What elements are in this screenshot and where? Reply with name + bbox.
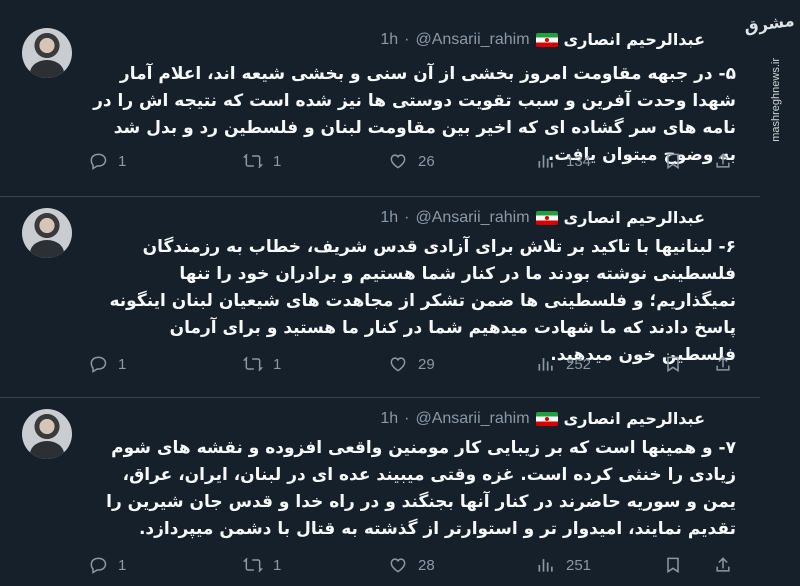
user-handle[interactable]: @Ansarii_rahim [415,31,529,49]
like-count: 28 [418,556,435,574]
separator-dot: · [404,409,410,427]
views-button[interactable]: 252 [536,354,591,374]
like-button[interactable]: 29 [388,354,435,374]
heart-icon [390,558,406,573]
share-icon [716,153,730,168]
separator-dot: · [404,30,410,48]
reply-count: 1 [118,152,127,170]
retweet-button[interactable]: 1 [243,555,281,575]
tweet-actions: 1 1 29 252 [88,354,730,378]
tweet-2[interactable]: 1h · @Ansarii_rahim عبدالرحیم انصاری ۶- … [0,196,760,398]
user-handle[interactable]: @Ansarii_rahim [415,209,529,227]
reply-icon [90,153,107,170]
retweet-button[interactable]: 1 [243,354,281,374]
bookmark-button[interactable] [663,354,683,374]
share-button[interactable] [713,354,733,374]
like-count: 26 [418,152,435,170]
share-button[interactable] [713,555,733,575]
heart-icon [390,357,406,372]
tweet-time[interactable]: 1h [380,31,398,49]
iran-flag-icon [535,210,558,225]
tweet-actions: 1 1 28 251 [88,555,730,579]
tweet-text: ۶- لبنانیها با تاکید بر تلاش برای آزادی … [109,237,736,365]
views-count: 251 [566,556,592,574]
reply-icon [90,557,107,574]
reply-icon [90,356,107,373]
retweet-count: 1 [273,556,282,574]
user-name[interactable]: عبدالرحیم انصاری [564,409,705,428]
iran-flag-icon [535,411,558,426]
bookmark-icon [667,153,679,170]
like-count: 29 [418,355,435,373]
bookmark-button[interactable] [663,151,683,171]
tweet-actions: 1 1 26 134 [88,151,730,175]
tweet-time[interactable]: 1h [380,209,398,227]
retweet-count: 1 [273,355,282,373]
tweet-header: 1h · @Ansarii_rahim عبدالرحیم انصاری [380,409,705,428]
reply-count: 1 [118,355,127,373]
bookmark-icon [667,356,679,373]
retweet-button[interactable]: 1 [243,151,281,171]
tweet-time[interactable]: 1h [380,410,398,428]
watermark: مشرق mashreghnews.ir [742,6,795,142]
reply-button[interactable]: 1 [88,151,126,171]
tweet-header: 1h · @Ansarii_rahim عبدالرحیم انصاری [380,208,705,227]
views-count: 252 [566,355,592,373]
views-count: 134 [566,152,592,170]
retweet-count: 1 [273,152,282,170]
watermark-url: mashreghnews.ir [770,58,782,142]
share-button[interactable] [713,151,733,171]
reply-button[interactable]: 1 [88,555,126,575]
heart-icon [390,154,406,169]
user-name[interactable]: عبدالرحیم انصاری [564,30,705,49]
retweet-icon [243,557,263,573]
user-name[interactable]: عبدالرحیم انصاری [564,208,705,227]
views-button[interactable]: 251 [536,555,591,575]
tweet-header: 1h · @Ansarii_rahim عبدالرحیم انصاری [380,30,705,49]
views-chart-icon [538,559,553,572]
avatar[interactable] [22,28,72,78]
like-button[interactable]: 28 [388,555,435,575]
bookmark-icon [667,557,679,574]
tweet-text: ۷- و همینها است که بر زیبایی کار مومنین … [106,438,736,539]
avatar[interactable] [22,409,72,459]
tweet-1[interactable]: 1h · @Ansarii_rahim عبدالرحیم انصاری ۵- … [0,0,760,197]
bookmark-button[interactable] [663,555,683,575]
share-icon [716,356,730,371]
separator-dot: · [404,208,410,226]
iran-flag-icon [535,32,558,47]
like-button[interactable]: 26 [388,151,435,171]
views-chart-icon [538,358,553,371]
retweet-icon [243,356,263,372]
reply-button[interactable]: 1 [88,354,126,374]
views-chart-icon [538,155,553,168]
avatar[interactable] [22,208,72,258]
retweet-icon [243,153,263,169]
share-icon [716,557,730,572]
reply-count: 1 [118,556,127,574]
user-handle[interactable]: @Ansarii_rahim [415,410,529,428]
tweet-3[interactable]: 1h · @Ansarii_rahim عبدالرحیم انصاری ۷- … [0,397,760,586]
views-button[interactable]: 134 [536,151,591,171]
